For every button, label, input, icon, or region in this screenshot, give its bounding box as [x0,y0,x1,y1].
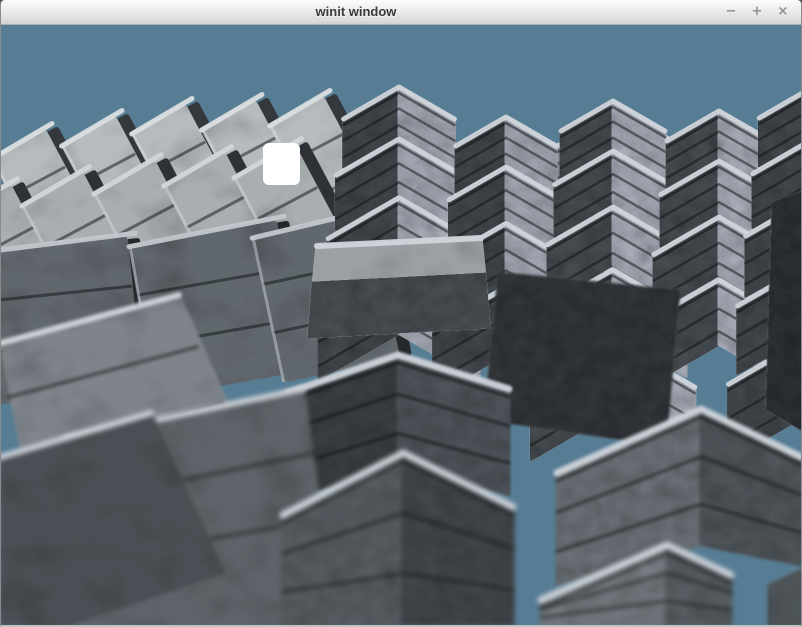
stone-face [767,193,801,429]
maximize-button[interactable]: + [747,2,767,22]
window-controls: − + × [721,0,793,24]
close-icon: × [778,4,789,19]
maximize-icon: + [752,4,763,19]
close-button[interactable]: × [773,2,793,22]
stone-face [485,273,679,445]
stone-slab [309,274,489,337]
minimize-button[interactable]: − [721,2,741,22]
stone-slab [485,273,679,445]
stone-face [309,274,489,337]
titlebar[interactable]: winit window − + × [1,0,801,25]
window-title: winit window [1,0,711,24]
stone-slab [767,193,801,429]
minimize-icon: − [726,4,737,19]
render-viewport[interactable] [1,25,801,625]
light-source-cube [263,143,300,185]
gl-scene [1,25,801,625]
app-window: winit window − + × [0,0,802,627]
